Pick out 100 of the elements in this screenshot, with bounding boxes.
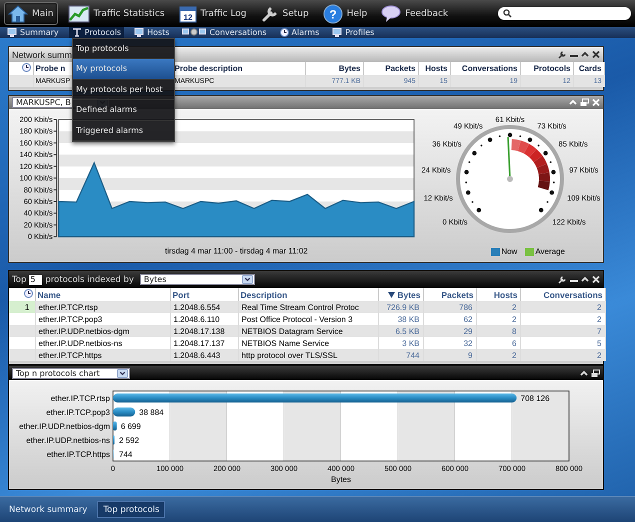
category-label: ether.IP.UDP.netbios-dgm: [19, 422, 110, 431]
count-field[interactable]: 5: [29, 274, 42, 284]
table-cell: 1.2048.6.554: [174, 302, 220, 312]
monitor-icon: [134, 28, 144, 37]
taskbar-item[interactable]: Network summary: [3, 501, 94, 518]
table-cell: 5: [597, 338, 602, 348]
menu-item[interactable]: My protocols: [73, 59, 174, 80]
table-cell: NETBIOS Name Service: [242, 338, 330, 348]
table-cell: http protocol over TLS/SSL: [242, 350, 338, 360]
nav-tab[interactable]: 12 Traffic Log: [174, 2, 251, 25]
value-label: 6 699: [120, 422, 141, 431]
rank-number: 1: [24, 302, 30, 312]
table-cell: 2: [597, 302, 602, 312]
bar: [113, 422, 117, 430]
panel-title: Network summ: [12, 50, 72, 60]
chart-icon: [68, 4, 90, 22]
collapse-icon[interactable]: [580, 368, 588, 378]
axis-label: Bytes: [331, 475, 351, 484]
help-icon: ?: [322, 4, 343, 24]
dropdown[interactable]: Top n protocols chart: [12, 368, 130, 378]
table-cell: NETBIOS Datagram Service: [242, 326, 343, 336]
axis-label: tirsdag 4 mar 11:00 - tirsdag 4 mar 11:02: [165, 246, 308, 256]
menu-tab[interactable]: Alarms: [276, 27, 322, 38]
restore-icon[interactable]: [591, 368, 600, 378]
collapse-icon[interactable]: [581, 275, 589, 284]
sort-icon: [388, 292, 396, 298]
bar: [113, 408, 136, 416]
wrench-icon[interactable]: [558, 50, 567, 59]
chevron-icon[interactable]: [242, 275, 253, 284]
menu-tab[interactable]: Hosts: [131, 27, 172, 38]
wrench-icon: [260, 4, 279, 22]
table-cell: 2: [597, 314, 602, 324]
chevron-icon[interactable]: [117, 368, 128, 378]
menu-tab[interactable]: Protocols: [68, 27, 124, 38]
search-field[interactable]: [498, 7, 631, 20]
menu-tab[interactable]: Conversations: [179, 27, 270, 38]
column-header[interactable]: Probe n: [36, 64, 66, 73]
value-label: 2 592: [119, 436, 140, 445]
calendar-icon: 12: [178, 4, 197, 22]
nav-tab[interactable]: Feedback: [377, 2, 452, 25]
taskbar-item[interactable]: Top protocols: [97, 501, 166, 518]
search-icon[interactable]: [503, 9, 512, 18]
table-cell: 1.2048.6.443: [174, 350, 220, 360]
table-cell: 9: [468, 350, 472, 360]
table-cell: 8: [512, 326, 516, 336]
value-label: 708 126: [520, 394, 550, 403]
table-cell: ether.IP.TCP.rtsp: [38, 302, 98, 312]
gauge-hub: [507, 176, 513, 182]
menu-tab[interactable]: Summary: [4, 27, 62, 38]
legend-label: Now: [501, 247, 518, 256]
table-cell: ether.IP.UDP.netbios-dgm: [38, 326, 130, 336]
table-cell: ether.IP.UDP.netbios-ns: [38, 338, 122, 348]
conversation-icon: [182, 28, 206, 37]
nav-tab[interactable]: ? Help: [318, 2, 372, 25]
table-cell: ether.IP.TCP.https: [38, 350, 102, 360]
category-label: ether.IP.TCP.https: [46, 450, 110, 459]
collapse-icon[interactable]: [581, 50, 589, 59]
table-cell: 7: [597, 326, 602, 336]
menu-item[interactable]: Triggered alarms: [73, 120, 174, 141]
dropdown[interactable]: Bytes: [140, 274, 255, 285]
table-cell: Post Office Protocol - Version 3: [242, 314, 353, 324]
table-cell: 786: [459, 302, 472, 312]
category-label: ether.IP.UDP.netbios-ns: [26, 436, 110, 445]
nav-tab[interactable]: Main: [4, 2, 58, 25]
table-cell: ether.IP.TCP.pop3: [38, 314, 102, 324]
table-cell: 3 KB: [402, 338, 420, 348]
table-cell: 726.9 KB: [386, 302, 420, 312]
category-label: ether.IP.TCP.pop3: [46, 408, 110, 417]
table-cell: 62: [464, 314, 472, 324]
clock-icon: [24, 289, 32, 298]
value-label: 744: [119, 450, 132, 459]
menu-item[interactable]: My protocols per host: [73, 80, 174, 100]
table-cell: Real Time Stream Control Protoc: [242, 302, 359, 312]
legend-label: Average: [535, 247, 565, 256]
table-cell: 32: [464, 338, 472, 348]
clock-icon: [280, 28, 289, 37]
table-cell: 38 KB: [398, 314, 420, 324]
table-cell: 744: [406, 350, 420, 360]
table-cell: 1.2048.17.138: [174, 326, 225, 336]
column-header[interactable]: Port: [172, 290, 190, 300]
monitor-icon: [332, 28, 342, 37]
header-label: Top: [12, 274, 26, 284]
table-cell: 2: [512, 350, 516, 360]
value-label: 38 884: [139, 408, 164, 417]
monitor-icon: [7, 28, 17, 37]
house-icon: [8, 4, 28, 22]
column-header[interactable]: Name: [38, 290, 61, 300]
table-cell: 29: [464, 326, 472, 336]
table-cell: 6.5 KB: [395, 326, 420, 336]
nav-tab[interactable]: Traffic Statistics: [64, 2, 169, 25]
nav-tab[interactable]: Setup: [256, 2, 313, 25]
table-cell: 6: [512, 338, 516, 348]
menu-tab[interactable]: Profiles: [329, 27, 378, 38]
table-cell: 1.2048.17.137: [174, 338, 225, 348]
table-cell: 2: [597, 350, 602, 360]
menu-item[interactable]: Defined alarms: [73, 100, 174, 121]
speech-bubble-icon: [381, 4, 402, 22]
table-cell: 2: [512, 302, 516, 312]
close-icon[interactable]: [592, 50, 600, 59]
clock-icon: [22, 63, 30, 72]
